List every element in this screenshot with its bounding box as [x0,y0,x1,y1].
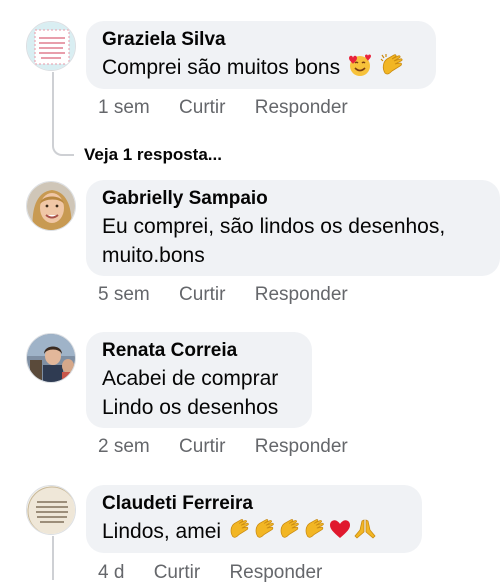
smiling-face-with-hearts-icon [347,53,373,85]
clapping-hands-icon [278,517,302,549]
clapping-hands-icon [253,517,277,549]
comment-actions: 5 sem Curtir Responder [98,284,372,306]
comment-author[interactable]: Renata Correia [102,338,296,364]
comment-text-line: Acabei de comprar [102,367,279,390]
thread-line [52,72,54,142]
comment-text-line: Lindos, amei [102,520,222,543]
comment-bubble: Renata Correia Acabei de comprar Lindo o… [86,332,312,428]
clapping-hands-icon [303,517,327,549]
comment-text-line: muito.bons [102,244,205,267]
comment-time[interactable]: 1 sem [98,97,150,119]
like-button[interactable]: Curtir [179,97,225,119]
comment-actions: 4 d Curtir Responder [98,562,346,584]
thread-curve [52,140,74,156]
comment-author[interactable]: Gabrielly Sampaio [102,186,484,212]
comment-text: Comprei são muitos bons [102,53,420,85]
avatar[interactable] [26,333,76,383]
see-replies-link[interactable]: Veja 1 resposta... [84,145,222,165]
red-heart-icon [328,517,352,549]
thread-line [52,536,54,580]
reply-button[interactable]: Responder [229,562,322,584]
comment-actions: 2 sem Curtir Responder [98,436,372,458]
comment-text-line: Eu comprei, são lindos os desenhos, [102,215,446,238]
reply-button[interactable]: Responder [255,284,348,306]
comment-bubble: Graziela Silva Comprei são muitos bons [86,21,436,89]
comment-author[interactable]: Claudeti Ferreira [102,491,406,517]
clapping-hands-icon [228,517,252,549]
comment-time[interactable]: 5 sem [98,284,150,306]
avatar[interactable] [26,485,76,535]
avatar[interactable] [26,181,76,231]
comment-time[interactable]: 4 d [98,562,124,584]
avatar[interactable] [26,21,76,71]
comment-time[interactable]: 2 sem [98,436,150,458]
clapping-hands-icon [380,53,406,85]
comment-text-line: Comprei são muitos bons [102,56,341,79]
like-button[interactable]: Curtir [154,562,200,584]
comment-text: Lindos, amei [102,517,406,549]
like-button[interactable]: Curtir [179,284,225,306]
like-button[interactable]: Curtir [179,436,225,458]
reply-button[interactable]: Responder [255,97,348,119]
comment-bubble: Gabrielly Sampaio Eu comprei, são lindos… [86,180,500,276]
folded-hands-icon [353,517,377,549]
reply-button[interactable]: Responder [255,436,348,458]
comment-actions: 1 sem Curtir Responder [98,97,372,119]
comment-author[interactable]: Graziela Silva [102,27,420,53]
comment-bubble: Claudeti Ferreira Lindos, amei [86,485,422,553]
comment-text-line: Lindo os desenhos [102,396,279,419]
